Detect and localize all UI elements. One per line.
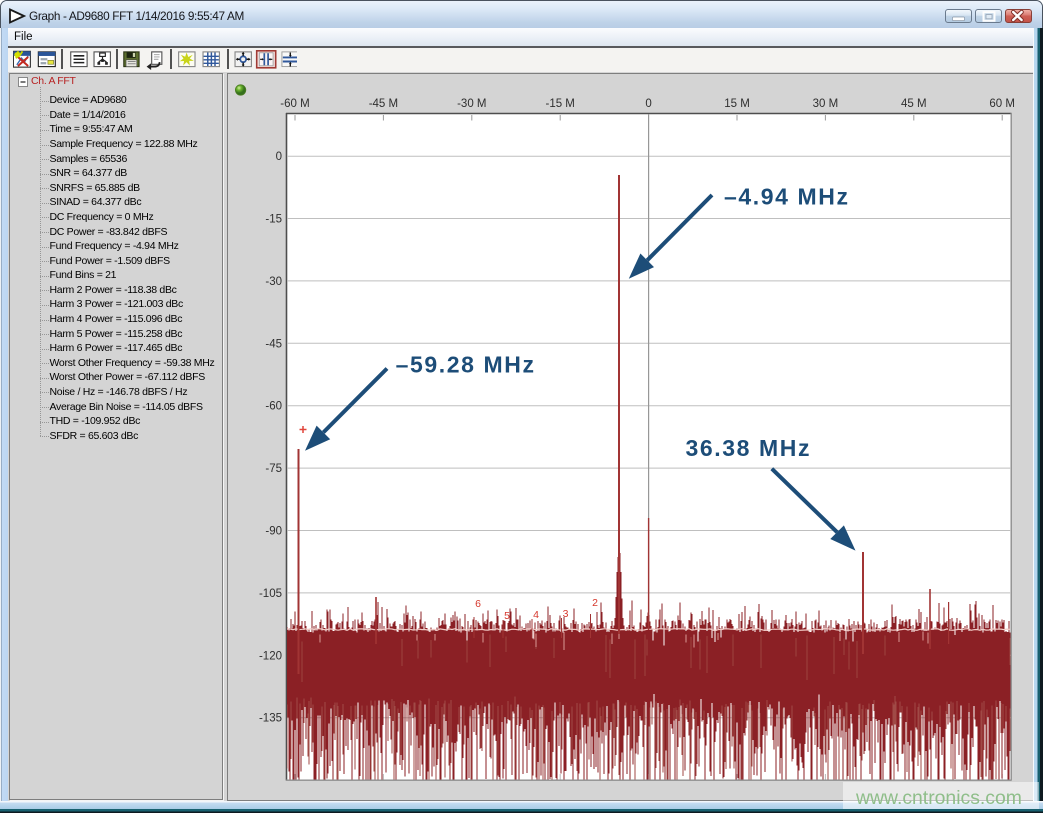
svg-text:-15 M: -15 M — [545, 98, 574, 110]
svg-text:-60 M: -60 M — [280, 98, 309, 110]
svg-text:0: 0 — [276, 151, 282, 163]
svg-text:-90: -90 — [265, 526, 282, 538]
svg-text:-45: -45 — [265, 338, 282, 350]
svg-text:0: 0 — [645, 98, 651, 110]
svg-text:2: 2 — [592, 597, 598, 609]
svg-text:45 M: 45 M — [901, 98, 927, 110]
svg-text:-30: -30 — [265, 276, 282, 288]
svg-text:15 M: 15 M — [724, 98, 750, 110]
svg-text:36.38 MHz: 36.38 MHz — [686, 435, 812, 461]
svg-text:-45 M: -45 M — [369, 98, 398, 110]
svg-text:60 M: 60 M — [989, 98, 1015, 110]
svg-text:30 M: 30 M — [813, 98, 839, 110]
svg-text:–4.94 MHz: –4.94 MHz — [724, 184, 850, 210]
svg-text:-120: -120 — [259, 650, 282, 662]
svg-text:-15: -15 — [265, 214, 282, 226]
svg-text:4: 4 — [533, 609, 539, 621]
svg-text:-60: -60 — [265, 401, 282, 413]
svg-text:–59.28 MHz: –59.28 MHz — [396, 352, 536, 378]
svg-text:-135: -135 — [259, 713, 282, 725]
svg-text:3: 3 — [563, 608, 569, 620]
svg-text:5: 5 — [504, 610, 510, 622]
svg-text:6: 6 — [475, 598, 481, 610]
svg-text:-105: -105 — [259, 588, 282, 600]
svg-text:-30 M: -30 M — [457, 98, 486, 110]
svg-text:-75: -75 — [265, 463, 282, 475]
